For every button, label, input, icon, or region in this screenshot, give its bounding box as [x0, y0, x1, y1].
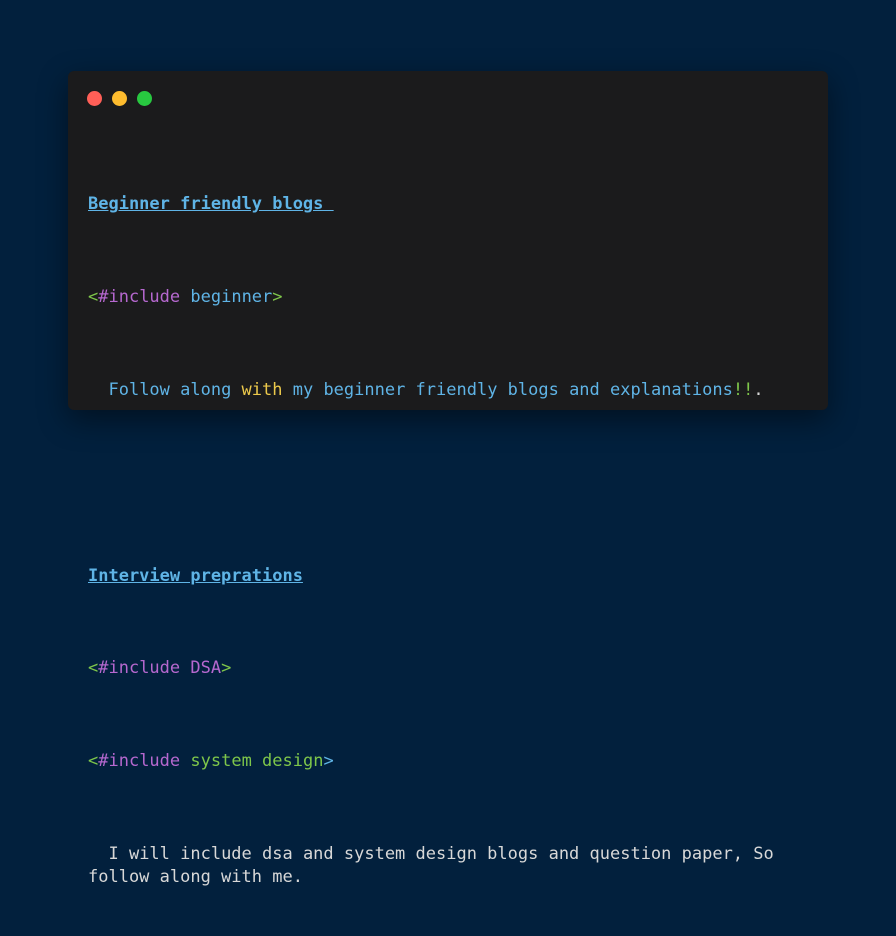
angle-close: >: [323, 751, 334, 772]
angle-close: >: [221, 658, 232, 679]
code-block: Beginner friendly blogs <#include beginn…: [88, 147, 818, 936]
include-beginner-line: <#include beginner>: [88, 286, 818, 309]
period: .: [753, 380, 764, 401]
interview-description: I will include dsa and system design blo…: [88, 844, 785, 888]
heading-interview: Interview preprations: [88, 565, 818, 588]
include-system-design-line: <#include system design>: [88, 750, 818, 773]
angle-close: >: [272, 287, 283, 308]
maximize-dot-icon[interactable]: [137, 91, 152, 106]
heading-beginner-text: Beginner friendly blogs: [88, 194, 334, 215]
include-dsa-line: <#include DSA>: [88, 657, 818, 680]
description-part2: my beginner friendly blogs and explanati…: [282, 380, 733, 401]
include-target: DSA: [190, 658, 222, 679]
description-part1: Follow along: [108, 380, 242, 401]
include-directive: #include: [98, 287, 181, 308]
include-directive: #include: [98, 751, 181, 772]
beginner-description-line: Follow along with my beginner friendly b…: [88, 379, 818, 402]
exclamations: !!: [732, 380, 754, 401]
angle-open: <: [88, 287, 99, 308]
include-directive: #include: [98, 658, 181, 679]
close-dot-icon[interactable]: [87, 91, 102, 106]
heading-beginner: Beginner friendly blogs: [88, 193, 818, 216]
angle-open: <: [88, 751, 99, 772]
minimize-dot-icon[interactable]: [112, 91, 127, 106]
heading-interview-text: Interview preprations: [88, 565, 303, 586]
include-target: system design: [190, 751, 324, 772]
code-window: Beginner friendly blogs <#include beginn…: [68, 71, 828, 887]
include-target: beginner: [190, 287, 273, 308]
keyword-with: with: [241, 380, 283, 401]
angle-open: <: [88, 658, 99, 679]
window-controls: [87, 91, 152, 106]
